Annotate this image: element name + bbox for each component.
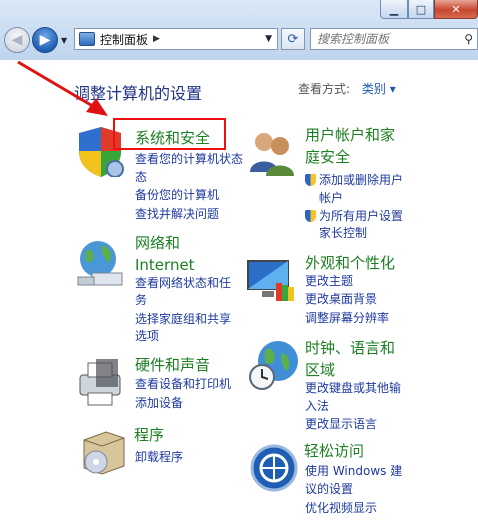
search-box[interactable]: ⚲ — [310, 28, 478, 50]
address-bar[interactable]: 控制面板 ▶ ▼ — [74, 28, 278, 50]
users-icon — [250, 133, 294, 176]
link-devices-printers[interactable]: 查看设备和打印机 — [135, 375, 231, 393]
category-title-hardware[interactable]: 硬件和声音 — [135, 354, 210, 376]
link-view-computer-status[interactable]: 查看您的计算机状态 — [135, 150, 243, 168]
maximize-button[interactable]: □ — [408, 0, 434, 19]
link-add-remove-user[interactable]: 添加或删除用户 — [305, 171, 403, 189]
back-arrow-icon: ◀ — [11, 32, 23, 48]
refresh-icon: ⟳ — [287, 31, 299, 47]
minimize-button[interactable]: ▁ — [380, 0, 408, 19]
search-icon[interactable]: ⚲ — [464, 32, 473, 46]
window-controls: ▁ □ ✕ — [380, 0, 478, 19]
history-dropdown-icon[interactable]: ▼ — [61, 36, 67, 45]
page-title: 调整计算机的设置 — [74, 84, 203, 103]
network-globe-icon — [77, 241, 123, 286]
breadcrumb-control-panel[interactable]: 控制面板 — [100, 31, 148, 48]
forward-button[interactable]: ▶ — [32, 27, 58, 53]
category-title-appearance[interactable]: 外观和个性化 — [305, 252, 395, 274]
forward-arrow-icon: ▶ — [39, 32, 51, 48]
link-network-status[interactable]: 查看网络状态和任 — [135, 274, 231, 292]
link-optimize-display[interactable]: 优化视频显示 — [305, 499, 377, 517]
uac-shield-icon — [305, 210, 316, 222]
printer-icon — [79, 359, 121, 406]
view-by: 查看方式: 类别 ▾ — [298, 80, 396, 97]
breadcrumb-chevron-icon[interactable]: ▶ — [153, 34, 160, 44]
dropdown-arrow-icon: ▾ — [389, 82, 396, 96]
link-add-device[interactable]: 添加设备 — [135, 394, 183, 412]
link-suggested-wrap[interactable]: 议的设置 — [305, 480, 353, 498]
link-homegroup-wrap[interactable]: 选项 — [135, 327, 159, 345]
close-button[interactable]: ✕ — [434, 0, 478, 19]
category-title-user-accounts[interactable]: 用户帐户和家 庭安全 — [305, 124, 395, 168]
ease-of-access-icon — [250, 444, 298, 492]
link-parental-controls-wrap[interactable]: 家长控制 — [319, 224, 367, 242]
link-change-theme[interactable]: 更改主题 — [305, 272, 353, 290]
refresh-button[interactable]: ⟳ — [281, 28, 305, 50]
link-parental-controls[interactable]: 为所有用户设置 — [305, 207, 403, 225]
back-button[interactable]: ◀ — [4, 27, 30, 53]
link-display-language[interactable]: 更改显示语言 — [305, 415, 377, 433]
category-title-network[interactable]: 网络和 Internet — [135, 232, 195, 276]
control-panel-icon — [79, 32, 95, 46]
link-backup-computer[interactable]: 备份您的计算机 — [135, 186, 219, 204]
category-title-programs[interactable]: 程序 — [134, 424, 164, 446]
link-uninstall-program[interactable]: 卸载程序 — [135, 448, 183, 466]
appearance-monitor-icon — [247, 260, 294, 301]
programs-box-icon — [83, 431, 125, 475]
maximize-icon: □ — [415, 2, 427, 16]
minimize-icon: ▁ — [389, 2, 399, 16]
view-by-dropdown[interactable]: 类别 ▾ — [362, 82, 396, 96]
link-screen-resolution[interactable]: 调整屏幕分辨率 — [305, 309, 389, 327]
link-keyboard-wrap[interactable]: 入法 — [305, 397, 329, 415]
category-title-clock[interactable]: 时钟、语言和 区域 — [305, 337, 395, 381]
category-title-ease-of-access[interactable]: 轻松访问 — [304, 440, 364, 462]
link-status-wrap[interactable]: 态 — [135, 168, 147, 186]
uac-shield-icon — [305, 174, 316, 186]
close-icon: ✕ — [451, 2, 461, 16]
link-troubleshoot[interactable]: 查找并解决问题 — [135, 205, 219, 223]
link-windows-suggested[interactable]: 使用 Windows 建 — [305, 462, 402, 480]
link-network-status-wrap[interactable]: 务 — [135, 291, 147, 309]
highlight-box — [113, 118, 226, 150]
control-panel-content: 调整计算机的设置 查看方式: 类别 ▾ 系统和安全 查看您的计算机状态 态 备份… — [0, 60, 478, 521]
view-by-label: 查看方式: — [298, 82, 351, 96]
link-change-desktop-bg[interactable]: 更改桌面背景 — [305, 290, 377, 308]
clock-globe-icon — [249, 341, 298, 390]
link-change-keyboard[interactable]: 更改键盘或其他输 — [305, 379, 401, 397]
window-titlebar: ▁ □ ✕ ◀ ▶ ▼ 控制面板 ▶ ▼ ⟳ ⚲ — [0, 0, 478, 60]
link-homegroup-sharing[interactable]: 选择家庭组和共享 — [135, 310, 231, 328]
search-input[interactable] — [311, 31, 459, 47]
address-dropdown-icon[interactable]: ▼ — [265, 34, 272, 44]
link-accounts-wrap[interactable]: 帐户 — [319, 189, 343, 207]
